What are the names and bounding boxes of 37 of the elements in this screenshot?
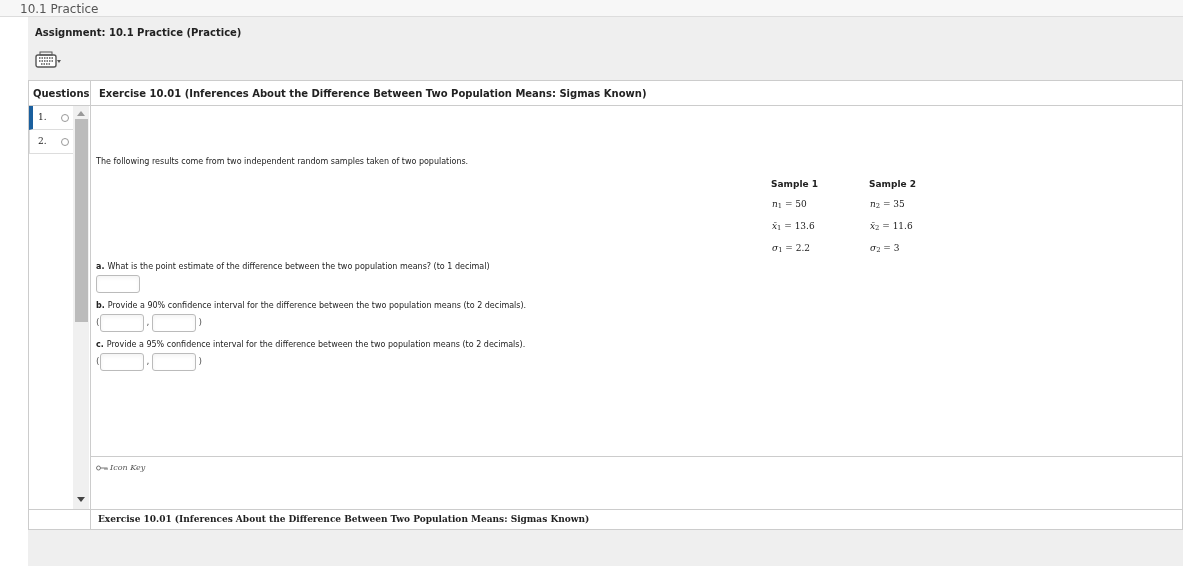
scroll-up-icon xyxy=(77,110,85,116)
keyboard-icon xyxy=(35,51,61,68)
sample-heading: Sample 1 xyxy=(771,178,819,191)
sample-statistic: n$_{1}$ = 50 xyxy=(771,197,808,213)
sample-statistic: x̄$_{2}$ = 11.6 xyxy=(869,219,914,235)
part-label: c. xyxy=(96,338,104,351)
answer-field[interactable] xyxy=(96,274,140,293)
part-label: a. xyxy=(96,260,105,273)
open-paren: ( xyxy=(96,354,100,368)
intro-text: The following results come from two independent random samples taken of two populations. xyxy=(96,156,470,168)
open-paren: ( xyxy=(96,315,100,329)
answer-field[interactable] xyxy=(99,313,144,332)
answer-field[interactable] xyxy=(152,313,197,332)
scrollbar[interactable] xyxy=(73,106,89,509)
scroll-down-icon xyxy=(77,497,85,503)
icon-key-link[interactable]: Icon Key xyxy=(96,462,146,474)
question-text: Provide a 95% confidence interval for the difference between the two population means (to 2 decimals). xyxy=(106,338,526,351)
key-icon xyxy=(96,465,108,471)
sample-heading: Sample 2 xyxy=(869,178,917,191)
answer-field[interactable] xyxy=(152,352,197,371)
comma: , xyxy=(146,315,150,329)
page-title: 10.1 Practice xyxy=(20,2,99,16)
exercise-title: Exercise 10.01 (Inferences About the Difference Between Two Population Means: Sigmas Known) xyxy=(99,86,647,101)
part-label: b. xyxy=(96,299,105,312)
close-paren: ) xyxy=(198,315,202,329)
sample-statistic: σ$_{2}$ = 3 xyxy=(869,241,901,257)
assignment-title: Assignment: 10.1 Practice (Practice) xyxy=(35,26,243,40)
questions-heading: Questions xyxy=(33,86,90,101)
close-paren: ) xyxy=(198,354,202,368)
question-text: Provide a 90% confidence interval for the difference between the two population means (to 2 decimals). xyxy=(107,299,527,312)
answer-field[interactable] xyxy=(99,352,144,371)
sample-statistic: x̄$_{1}$ = 13.6 xyxy=(771,219,816,235)
sample-statistic: σ$_{1}$ = 2.2 xyxy=(771,241,812,257)
comma: , xyxy=(146,354,150,368)
sample-statistic: n$_{2}$ = 35 xyxy=(869,197,906,213)
question-text: What is the point estimate of the difference between the two population means? (to 1 decimal) xyxy=(107,260,490,273)
footer-title: Exercise 10.01 (Inferences About the Difference Between Two Population Means: Sigmas Known) xyxy=(98,512,590,526)
